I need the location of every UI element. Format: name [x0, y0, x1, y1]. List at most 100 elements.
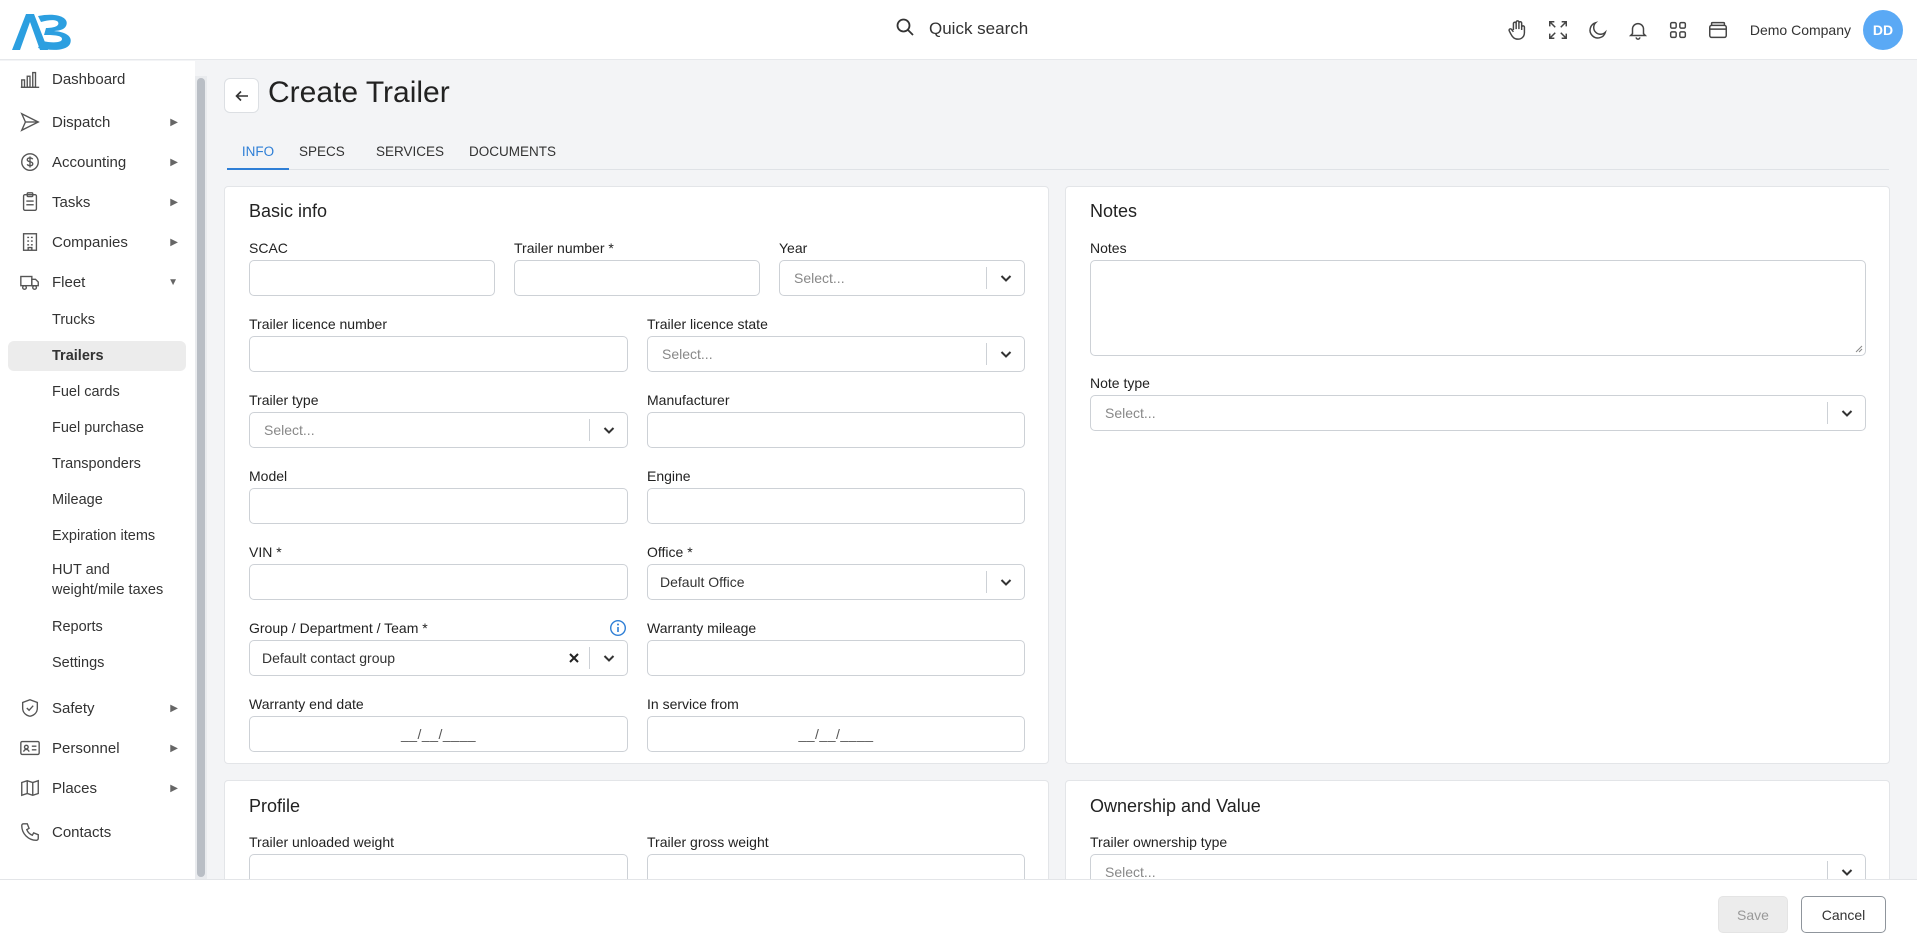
tab-info[interactable]: INFO — [227, 137, 289, 170]
sidebar-sub-reports[interactable]: Reports — [8, 612, 186, 642]
in-service-label: In service from — [647, 696, 739, 712]
scac-input[interactable] — [249, 260, 495, 296]
office-select[interactable]: Default Office — [647, 564, 1025, 600]
gross-weight-label: Trailer gross weight — [647, 834, 769, 850]
shield-icon — [16, 694, 44, 722]
note-type-select[interactable]: Select... — [1090, 395, 1866, 431]
select-placeholder: Select... — [264, 422, 315, 438]
select-placeholder: Select... — [1105, 864, 1156, 880]
sidebar-sub-expiration-items[interactable]: Expiration items — [8, 521, 186, 551]
clear-icon[interactable] — [559, 652, 589, 664]
chevron-down-icon[interactable] — [590, 651, 627, 665]
bar-chart-icon — [16, 65, 44, 93]
warranty-mileage-label: Warranty mileage — [647, 620, 757, 636]
apps-grid-icon[interactable] — [1658, 10, 1698, 50]
sidebar-item-places[interactable]: Places ▶ — [8, 770, 186, 806]
vin-input[interactable] — [249, 564, 628, 600]
page-title: Create Trailer — [268, 76, 450, 109]
phone-icon — [16, 818, 44, 846]
arrow-left-icon — [234, 90, 248, 101]
sidebar-sub-fuel-purchase[interactable]: Fuel purchase — [8, 413, 186, 443]
moon-icon[interactable] — [1578, 10, 1618, 50]
top-actions: Demo Company DD — [1498, 0, 1917, 60]
year-select[interactable]: Select... — [779, 260, 1025, 296]
bell-icon[interactable] — [1618, 10, 1658, 50]
engine-input[interactable] — [647, 488, 1025, 524]
quick-search[interactable]: Quick search — [895, 17, 1028, 40]
sidebar-item-companies[interactable]: Companies ▶ — [8, 224, 186, 260]
sidebar-item-personnel[interactable]: Personnel ▶ — [8, 730, 186, 766]
basic-info-card: Basic info SCAC Trailer number * Year Se… — [224, 186, 1049, 764]
id-card-icon — [16, 734, 44, 762]
group-label: Group / Department / Team * — [249, 620, 428, 636]
chevron-down-icon[interactable] — [987, 347, 1024, 361]
sidebar-item-label: Places — [52, 779, 98, 797]
select-placeholder: Select... — [1105, 405, 1156, 421]
sidebar-sub-trailers[interactable]: Trailers — [8, 341, 186, 371]
sidebar-item-label: Dispatch — [52, 113, 111, 131]
tab-bar: INFO SPECS SERVICES DOCUMENTS — [227, 137, 1889, 170]
sidebar-scrollbar[interactable] — [195, 76, 207, 879]
warranty-end-date-input[interactable]: __/__/____ — [249, 716, 628, 752]
tab-specs[interactable]: SPECS — [299, 137, 345, 170]
sidebar-item-tasks[interactable]: Tasks ▶ — [8, 184, 186, 220]
manufacturer-input[interactable] — [647, 412, 1025, 448]
sidebar-item-label: Accounting — [52, 153, 127, 171]
sidebar-sub-transponders[interactable]: Transponders — [8, 449, 186, 479]
save-button[interactable]: Save — [1718, 896, 1788, 933]
hand-icon[interactable] — [1498, 10, 1538, 50]
sidebar-item-label: Fleet — [52, 273, 86, 291]
section-title: Profile — [249, 796, 301, 816]
sidebar-item-contacts[interactable]: Contacts — [8, 814, 186, 850]
resize-handle-icon[interactable] — [1855, 345, 1863, 353]
chevron-down-icon[interactable] — [987, 271, 1024, 285]
trailer-type-select[interactable]: Select... — [249, 412, 628, 448]
cancel-button[interactable]: Cancel — [1801, 896, 1886, 933]
model-input[interactable] — [249, 488, 628, 524]
section-title: Basic info — [249, 201, 328, 221]
warranty-mileage-input[interactable] — [647, 640, 1025, 676]
sidebar-sub-fuel-cards[interactable]: Fuel cards — [8, 377, 186, 407]
sidebar-sub-hut-taxes[interactable]: HUT and weight/mile taxes — [8, 557, 186, 603]
trailer-number-input[interactable] — [514, 260, 760, 296]
sidebar-item-fleet[interactable]: Fleet ▼ — [8, 264, 186, 300]
back-button[interactable] — [224, 78, 259, 113]
company-logo[interactable] — [10, 10, 80, 52]
scac-label: SCAC — [249, 240, 288, 256]
sidebar-sub-mileage[interactable]: Mileage — [8, 485, 186, 515]
section-title: Notes — [1090, 201, 1138, 221]
unloaded-weight-label: Trailer unloaded weight — [249, 834, 395, 850]
clipboard-icon — [16, 188, 44, 216]
notes-textarea[interactable] — [1090, 260, 1866, 356]
chevron-down-icon[interactable] — [590, 423, 627, 437]
licence-number-input[interactable] — [249, 336, 628, 372]
info-icon[interactable] — [609, 619, 627, 640]
vin-label: VIN * — [249, 544, 282, 560]
fullscreen-icon[interactable] — [1538, 10, 1578, 50]
select-placeholder: Select... — [794, 270, 845, 286]
scrollbar-thumb[interactable] — [197, 78, 205, 877]
sidebar-item-dashboard[interactable]: Dashboard — [8, 61, 186, 97]
expand-arrow-icon: ▶ — [170, 116, 178, 128]
sidebar: Dashboard Dispatch ▶ Accounting ▶ Tasks … — [0, 61, 195, 879]
licence-number-label: Trailer licence number — [249, 316, 387, 332]
sidebar-item-accounting[interactable]: Accounting ▶ — [8, 144, 186, 180]
sidebar-item-safety[interactable]: Safety ▶ — [8, 690, 186, 726]
group-select[interactable]: Default contact group — [249, 640, 628, 676]
wallet-icon[interactable] — [1698, 10, 1738, 50]
in-service-date-input[interactable]: __/__/____ — [647, 716, 1025, 752]
company-name[interactable]: Demo Company — [1750, 22, 1851, 38]
tab-documents[interactable]: DOCUMENTS — [469, 137, 556, 170]
notes-card: Notes Notes Note type Select... — [1065, 186, 1890, 764]
sidebar-item-dispatch[interactable]: Dispatch ▶ — [8, 104, 186, 140]
chevron-down-icon[interactable] — [987, 575, 1024, 589]
sidebar-sub-trucks[interactable]: Trucks — [8, 305, 186, 335]
licence-state-select[interactable]: Select... — [647, 336, 1025, 372]
chevron-down-icon[interactable] — [1828, 406, 1865, 420]
form-footer: Save Cancel — [0, 879, 1917, 942]
chevron-down-icon[interactable] — [1828, 865, 1865, 879]
sidebar-sub-settings[interactable]: Settings — [8, 648, 186, 678]
user-avatar[interactable]: DD — [1863, 10, 1903, 50]
tab-services[interactable]: SERVICES — [376, 137, 444, 170]
warranty-end-label: Warranty end date — [249, 696, 364, 712]
